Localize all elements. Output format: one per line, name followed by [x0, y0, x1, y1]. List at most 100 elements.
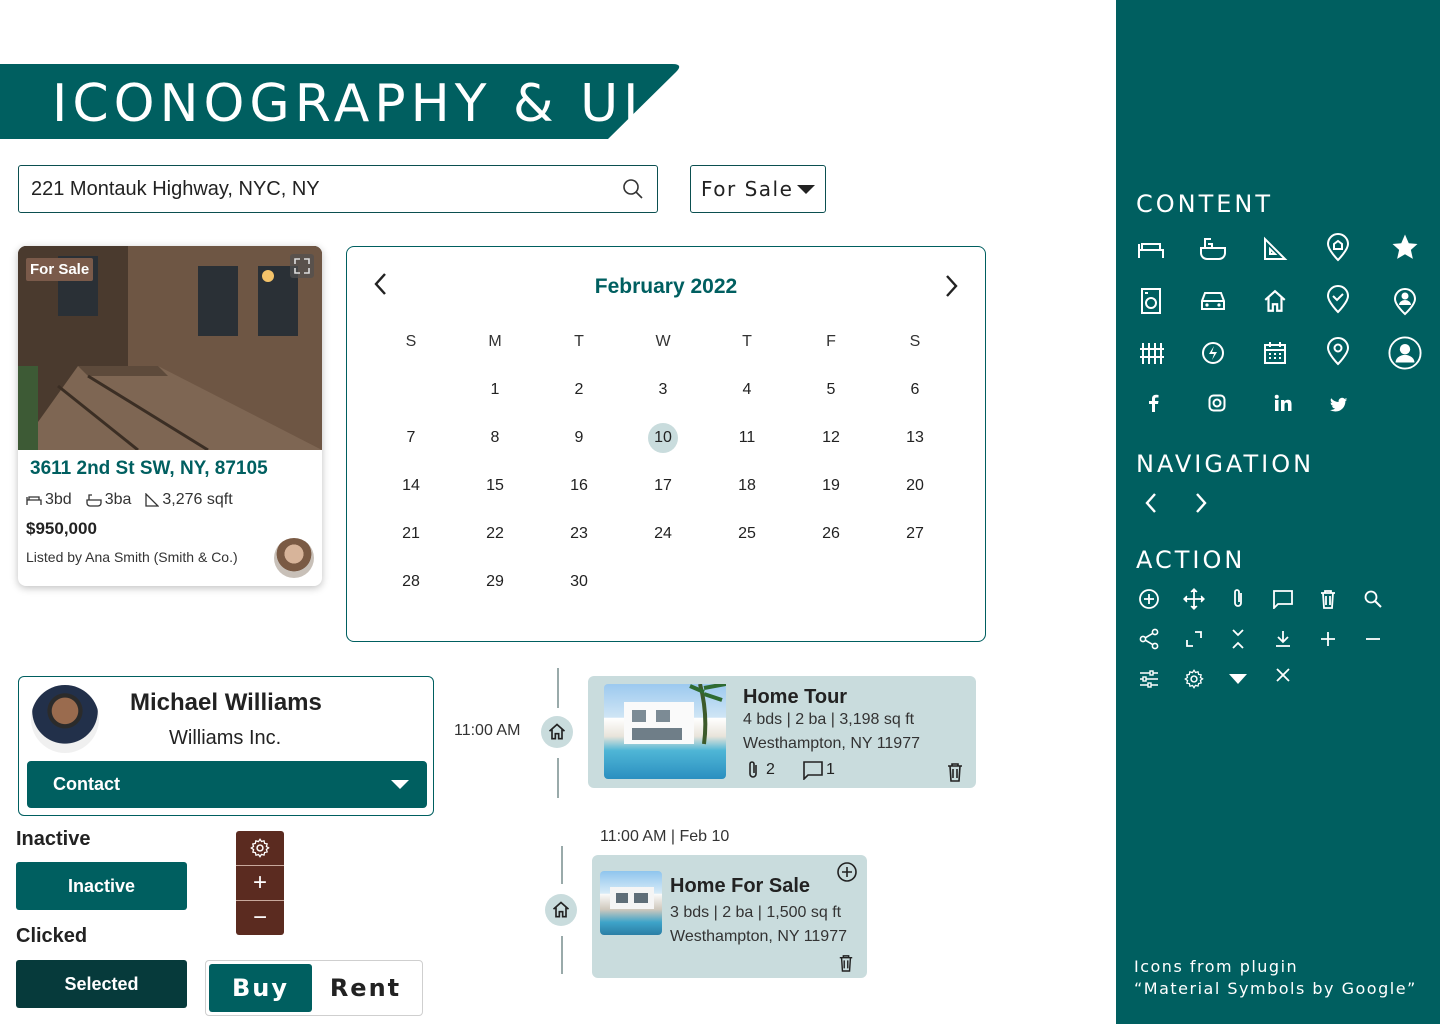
close-icon[interactable]	[1268, 660, 1298, 690]
calendar-day[interactable]: 4	[705, 373, 789, 421]
attachments[interactable]: 2	[746, 760, 775, 780]
event-card-home-for-sale[interactable]: Home For Sale 3 bds | 2 ba | 1,500 sq ft…	[592, 855, 867, 978]
expand-icon[interactable]	[1179, 624, 1209, 654]
add-circle-icon[interactable]	[1134, 584, 1164, 614]
calendar-day[interactable]: 24	[621, 517, 705, 565]
calendar-day[interactable]: 7	[369, 421, 453, 469]
listing-price: $950,000	[26, 519, 97, 538]
calendar-day[interactable]: 27	[873, 517, 957, 565]
calendar-day[interactable]: 17	[621, 469, 705, 517]
trash-icon[interactable]	[1313, 584, 1343, 614]
calendar-day-number: 26	[822, 525, 840, 542]
comments[interactable]: 1	[802, 760, 835, 780]
chevron-left-icon[interactable]	[1136, 488, 1166, 518]
page-title: ICONOGRAPHY & UI	[52, 74, 644, 134]
listing-address[interactable]: 3611 2nd St SW, NY, 87105	[30, 458, 268, 480]
calendar-day[interactable]: 21	[369, 517, 453, 565]
contact-name: Michael Williams	[130, 689, 322, 716]
calendar-day[interactable]: 5	[789, 373, 873, 421]
calendar-day[interactable]: 20	[873, 469, 957, 517]
comment-icon[interactable]	[1268, 584, 1298, 614]
calendar-day[interactable]: 25	[705, 517, 789, 565]
listing-type-dropdown[interactable]: For Sale	[690, 165, 826, 213]
agent-avatar[interactable]	[274, 538, 314, 578]
expand-icon[interactable]	[290, 254, 314, 278]
calendar-day[interactable]: 15	[453, 469, 537, 517]
calendar-day[interactable]: 18	[705, 469, 789, 517]
calendar-day[interactable]: 8	[453, 421, 537, 469]
event-details: 4 bds | 2 ba | 3,198 sq ft	[743, 711, 915, 728]
calendar-day[interactable]: 3	[621, 373, 705, 421]
calendar-day[interactable]: 26	[789, 517, 873, 565]
calendar-day-number: 1	[490, 381, 500, 398]
sqft-value: 3,276 sqft	[162, 491, 233, 508]
for-sale-badge: For Sale	[26, 258, 94, 281]
calendar-day-number: 27	[906, 525, 924, 542]
buy-option[interactable]: Buy	[209, 964, 312, 1012]
caret-down-icon[interactable]	[1223, 664, 1253, 694]
attachment-icon[interactable]	[1223, 584, 1253, 614]
calendar-day[interactable]: 22	[453, 517, 537, 565]
event-card-home-tour[interactable]: Home Tour 4 bds | 2 ba | 3,198 sq ft Wes…	[588, 676, 976, 788]
calendar-day-number: 2	[574, 381, 584, 398]
instagram-icon[interactable]	[1202, 388, 1232, 418]
tune-icon[interactable]	[1134, 664, 1164, 694]
gear-icon[interactable]	[236, 831, 284, 866]
twitter-icon[interactable]	[1324, 390, 1354, 420]
calendar-day[interactable]: 19	[789, 469, 873, 517]
weekday-label: T	[574, 333, 584, 350]
add-circle-icon[interactable]	[836, 861, 858, 883]
contact-card: Michael Williams Williams Inc. Contact	[18, 676, 434, 816]
square-foot-icon	[1260, 234, 1290, 264]
home-icon	[1260, 286, 1290, 316]
calendar-day[interactable]: 12	[789, 421, 873, 469]
collapse-icon[interactable]	[1223, 624, 1253, 654]
event-title: Home For Sale	[670, 875, 811, 897]
trash-icon[interactable]	[838, 954, 854, 972]
comment-icon	[803, 761, 823, 780]
zoom-out-button[interactable]: −	[236, 901, 284, 935]
calendar-day[interactable]: 10	[621, 421, 705, 469]
calendar-day[interactable]: 9	[537, 421, 621, 469]
house-photo	[600, 871, 662, 935]
minus-icon[interactable]	[1358, 624, 1388, 654]
calendar-day[interactable]: 13	[873, 421, 957, 469]
calendar-day-number: 20	[906, 477, 924, 494]
rent-option[interactable]: Rent	[312, 974, 419, 1002]
chevron-right-icon[interactable]	[1186, 488, 1216, 518]
calendar-day[interactable]: 30	[537, 565, 621, 613]
calendar-day[interactable]: 16	[537, 469, 621, 517]
calendar-day[interactable]: 6	[873, 373, 957, 421]
contact-button[interactable]: Contact	[27, 761, 427, 808]
selected-button[interactable]: Selected	[16, 960, 187, 1008]
navigation-heading: NAVIGATION	[1136, 450, 1315, 478]
gear-icon[interactable]	[1179, 664, 1209, 694]
search-icon[interactable]	[621, 177, 645, 201]
search-icon[interactable]	[1358, 584, 1388, 614]
calendar-day[interactable]: 23	[537, 517, 621, 565]
plus-icon[interactable]	[1313, 624, 1343, 654]
calendar-day-number: 14	[402, 477, 420, 494]
calendar-weekdays: SMTWTFS	[369, 333, 957, 351]
calendar-day-number: 21	[402, 525, 420, 542]
calendar-day[interactable]: 29	[453, 565, 537, 613]
download-icon[interactable]	[1268, 624, 1298, 654]
trash-icon[interactable]	[946, 762, 964, 782]
share-icon[interactable]	[1134, 624, 1164, 654]
listing-card[interactable]: For Sale 3611 2nd St SW, NY, 87105 3bd 3…	[18, 246, 322, 586]
icon-credit: Icons from plugin “Material Symbols by G…	[1134, 956, 1417, 1000]
calendar-day[interactable]: 2	[537, 373, 621, 421]
chevron-right-icon[interactable]	[943, 273, 961, 299]
facebook-icon[interactable]	[1138, 388, 1168, 418]
zoom-in-button[interactable]: +	[236, 866, 284, 901]
inactive-button[interactable]: Inactive	[16, 862, 187, 910]
search-input[interactable]: 221 Montauk Highway, NYC, NY	[18, 165, 658, 213]
calendar-day[interactable]: 11	[705, 421, 789, 469]
move-icon[interactable]	[1179, 584, 1209, 614]
linkedin-icon[interactable]	[1268, 388, 1298, 418]
calendar-day[interactable]: 1	[453, 373, 537, 421]
calendar-day[interactable]: 14	[369, 469, 453, 517]
calendar-day-number: 22	[486, 525, 504, 542]
calendar-day[interactable]: 28	[369, 565, 453, 613]
calendar-day-number: 16	[570, 477, 588, 494]
